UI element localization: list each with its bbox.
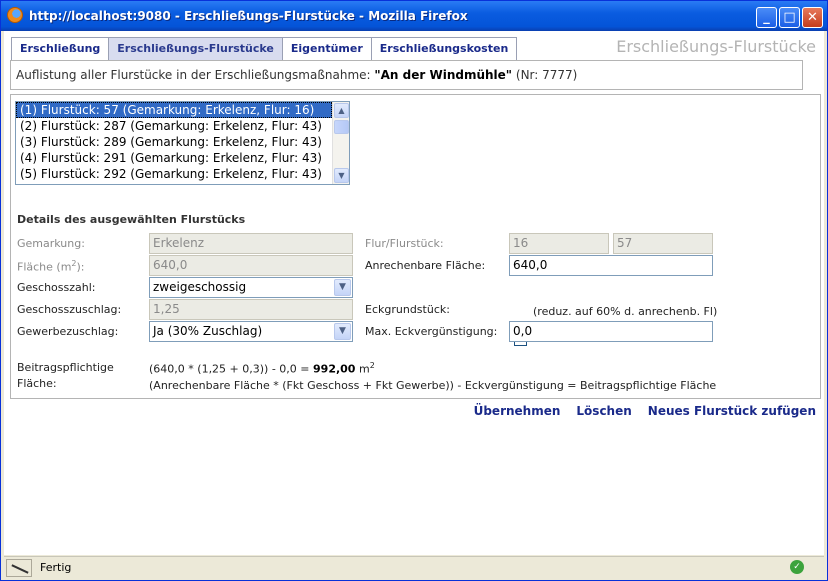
geschosszahl-select[interactable]: zweigeschossig ▼ (149, 277, 353, 298)
tab-bar: Erschließung Erschließungs-Flurstücke Ei… (11, 37, 518, 61)
max-eck-input[interactable]: 0,0 (509, 321, 713, 342)
scroll-thumb[interactable] (334, 120, 349, 134)
formula-explanation: (Anrechenbare Fläche * (Fkt Geschoss + F… (149, 379, 717, 392)
status-text: Fertig (40, 561, 72, 574)
list-item[interactable]: (2) Flurstück: 287 (Gemarkung: Erkelenz,… (16, 118, 332, 134)
summary-prefix: Auflistung aller Flurstücke in der Ersch… (16, 68, 371, 82)
anrechenbar-input[interactable]: 640,0 (509, 255, 713, 276)
add-plot-link[interactable]: Neues Flurstück zufügen (648, 404, 816, 418)
plot-panel: (1) Flurstück: 57 (Gemarkung: Erkelenz, … (10, 94, 821, 399)
anrechenbar-label: Anrechenbare Fläche: (365, 259, 486, 272)
flurstueck-field: 57 (613, 233, 713, 254)
plot-listbox[interactable]: (1) Flurstück: 57 (Gemarkung: Erkelenz, … (15, 101, 350, 185)
gemarkung-field: Erkelenz (149, 233, 353, 254)
list-item[interactable]: (4) Flurstück: 291 (Gemarkung: Erkelenz,… (16, 150, 332, 166)
page-content: Erschließung Erschließungs-Flurstücke Ei… (4, 31, 824, 555)
gemarkung-label: Gemarkung: (17, 237, 85, 250)
maximize-button[interactable]: □ (779, 7, 800, 28)
flur-field: 16 (509, 233, 609, 254)
action-links: Übernehmen Löschen Neues Flurstück zufüg… (474, 404, 816, 418)
apply-link[interactable]: Übernehmen (474, 404, 561, 418)
measure-number: (Nr: 7777) (515, 68, 578, 82)
beitrag-label-line1: Beitragspflichtige (17, 361, 114, 374)
list-item[interactable]: (5) Flurstück: 292 (Gemarkung: Erkelenz,… (16, 166, 332, 182)
tab-erschliessungskosten[interactable]: Erschließungskosten (370, 37, 518, 61)
geschosszahl-label: Geschosszahl: (17, 281, 96, 294)
ok-icon: ✓ (790, 560, 804, 574)
details-heading: Details des ausgewählten Flurstücks (17, 213, 246, 226)
max-eck-label: Max. Eckvergünstigung: (365, 325, 498, 338)
title-bar[interactable]: http://localhost:9080 - Erschließungs-Fl… (1, 1, 827, 31)
beitrag-label-line2: Fläche: (17, 377, 57, 390)
tab-eigentuemer[interactable]: Eigentümer (281, 37, 371, 61)
gewerbezuschlag-label: Gewerbezuschlag: (17, 325, 119, 338)
geschosszuschlag-label: Geschosszuschlag: (17, 303, 122, 316)
scroll-up-icon[interactable]: ▲ (334, 103, 349, 118)
status-bar: Fertig ✓ (4, 556, 824, 578)
page-title: Erschließungs-Flurstücke (616, 37, 816, 56)
scroll-down-icon[interactable]: ▼ (334, 168, 349, 183)
eck-hint: (reduz. auf 60% d. anrechenb. Fl) (533, 305, 718, 318)
chevron-down-icon[interactable]: ▼ (334, 323, 351, 340)
list-scrollbar[interactable]: ▲ ▼ (332, 102, 349, 184)
network-activity-icon (6, 559, 32, 577)
measure-name: "An der Windmühle" (374, 68, 513, 82)
browser-window: http://localhost:9080 - Erschließungs-Fl… (0, 0, 828, 581)
list-item[interactable]: (3) Flurstück: 289 (Gemarkung: Erkelenz,… (16, 134, 332, 150)
geschosszuschlag-field: 1,25 (149, 299, 353, 320)
delete-link[interactable]: Löschen (576, 404, 631, 418)
flaeche-label: Fläche (m2): (17, 259, 85, 274)
formula-calculation: (640,0 * (1,25 + 0,3)) - 0,0 = 992,00 m2 (149, 361, 375, 376)
list-item[interactable]: (1) Flurstück: 57 (Gemarkung: Erkelenz, … (16, 102, 332, 118)
gewerbezuschlag-select[interactable]: Ja (30% Zuschlag) ▼ (149, 321, 353, 342)
firefox-icon (7, 7, 23, 23)
tab-erschliessungs-flurstuecke[interactable]: Erschließungs-Flurstücke (108, 37, 282, 61)
flaeche-field: 640,0 (149, 255, 353, 276)
window-title: http://localhost:9080 - Erschließungs-Fl… (29, 9, 468, 23)
tab-erschliessung[interactable]: Erschließung (11, 37, 109, 61)
measure-summary: Auflistung aller Flurstücke in der Ersch… (10, 60, 803, 90)
eck-label: Eckgrundstück: (365, 303, 450, 316)
close-button[interactable]: ✕ (802, 7, 823, 28)
minimize-button[interactable]: _ (756, 7, 777, 28)
chevron-down-icon[interactable]: ▼ (334, 279, 351, 296)
flur-label: Flur/Flurstück: (365, 237, 444, 250)
